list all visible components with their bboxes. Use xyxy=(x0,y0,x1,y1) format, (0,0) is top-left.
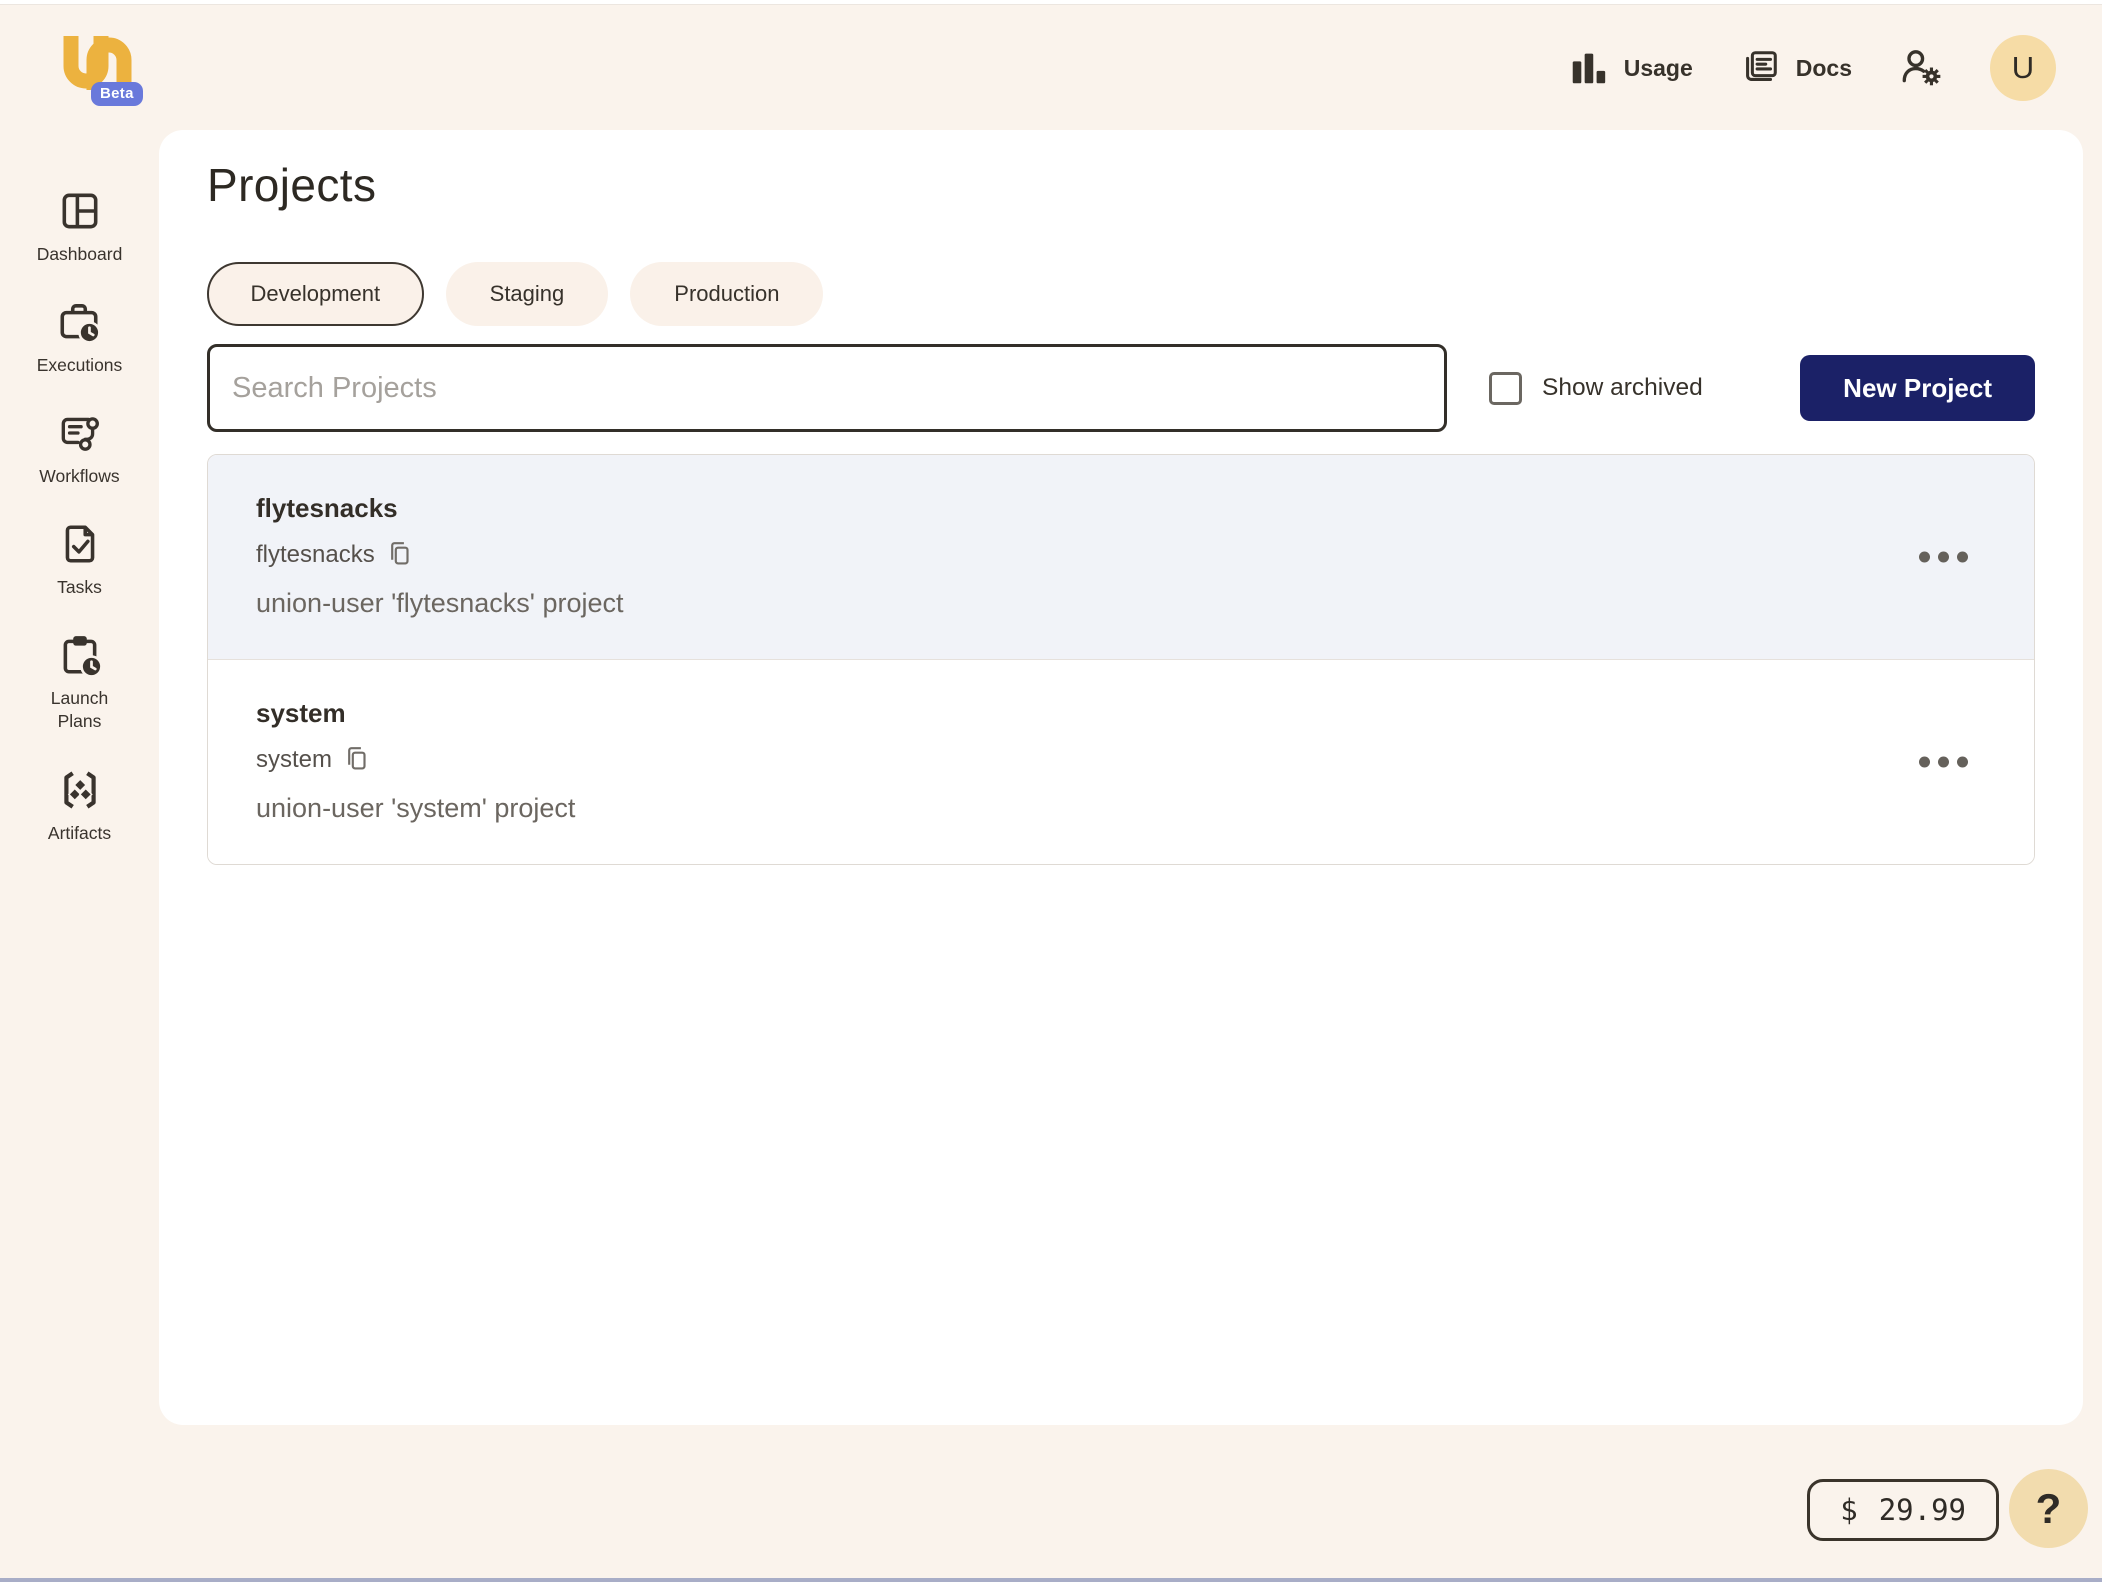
bottom-accent-bar xyxy=(0,1578,2102,1582)
union-logo[interactable]: Beta xyxy=(57,28,153,112)
workflows-icon xyxy=(56,410,102,456)
project-row-system[interactable]: system system union-user 'system' projec… xyxy=(208,659,2034,864)
sidebar-item-dashboard[interactable]: Dashboard xyxy=(36,188,123,266)
question-mark-icon: ? xyxy=(2035,1484,2062,1532)
sidebar-item-tasks[interactable]: Tasks xyxy=(57,521,103,599)
copy-project-id-button[interactable] xyxy=(385,540,412,570)
sidebar-label: Launch Plans xyxy=(50,688,109,732)
sidebar-item-artifacts[interactable]: Artifacts xyxy=(48,767,111,845)
sidebar-item-workflows[interactable]: Workflows xyxy=(39,410,120,488)
sidebar-item-executions[interactable]: Executions xyxy=(36,299,123,377)
sidebar-label: Dashboard xyxy=(36,244,123,264)
sidebar-label: Workflows xyxy=(39,466,120,487)
show-archived-label[interactable]: Show archived xyxy=(1542,374,1703,402)
main-panel: Projects Development Staging Production … xyxy=(159,130,2083,1425)
help-button[interactable]: ? xyxy=(2009,1469,2088,1548)
launch-plans-clipboard-clock-icon xyxy=(57,632,103,679)
person-gear-icon xyxy=(1898,44,1944,93)
beta-badge: Beta xyxy=(91,82,143,106)
project-name: flytesnacks xyxy=(256,493,398,523)
executions-briefcase-clock-icon xyxy=(56,299,102,345)
credits-amount: 29.99 xyxy=(1878,1493,1966,1527)
tab-staging[interactable]: Staging xyxy=(445,262,609,326)
usage-button[interactable]: Usage xyxy=(1567,47,1693,89)
sidebar-nav: Dashboard Executions Workflows Tasks Lau… xyxy=(0,188,159,878)
credits-button[interactable]: $ 29.99 xyxy=(1807,1479,1999,1541)
avatar-initial: U xyxy=(2011,50,2035,85)
project-id: flytesnacks xyxy=(256,541,375,568)
header-actions: Usage Docs U xyxy=(1567,32,2056,104)
search-input[interactable] xyxy=(207,344,1447,432)
project-description: union-user 'flytesnacks' project xyxy=(256,588,624,618)
copy-icon xyxy=(385,540,412,570)
docs-button[interactable]: Docs xyxy=(1739,47,1852,89)
sidebar-label: Artifacts xyxy=(47,822,112,843)
usage-label: Usage xyxy=(1623,54,1693,81)
copy-icon xyxy=(342,745,369,775)
copy-project-id-button[interactable] xyxy=(342,745,369,775)
sidebar-item-launch-plans[interactable]: Launch Plans xyxy=(36,632,124,733)
sidebar-label: Executions xyxy=(36,355,123,376)
project-name: system xyxy=(256,698,346,728)
dollar-sign: $ xyxy=(1840,1493,1858,1527)
projects-list: flytesnacks flytesnacks union-user 'flyt… xyxy=(207,454,2035,865)
project-description: union-user 'system' project xyxy=(256,793,576,823)
page-title: Projects xyxy=(207,159,377,211)
tab-production[interactable]: Production xyxy=(630,262,824,326)
tab-development[interactable]: Development xyxy=(207,262,424,326)
domain-tabs: Development Staging Production xyxy=(207,262,2035,326)
project-id: system xyxy=(256,746,333,773)
top-strip xyxy=(0,0,2102,5)
usage-bar-chart-icon xyxy=(1567,47,1609,89)
project-row-flytesnacks[interactable]: flytesnacks flytesnacks union-user 'flyt… xyxy=(208,455,2034,659)
show-archived-checkbox[interactable] xyxy=(1489,371,1522,405)
ellipsis-icon xyxy=(1919,756,1930,768)
tasks-document-check-icon xyxy=(57,521,103,567)
search-row: Show archived New Project xyxy=(207,344,2035,432)
artifacts-cubes-icon xyxy=(57,767,103,813)
docs-icon xyxy=(1739,47,1781,89)
user-avatar[interactable]: U xyxy=(1990,35,2056,101)
sidebar-label: Tasks xyxy=(57,577,102,598)
dashboard-icon xyxy=(57,188,103,234)
project-menu-button[interactable] xyxy=(1909,747,1978,778)
docs-label: Docs xyxy=(1795,54,1852,81)
project-menu-button[interactable] xyxy=(1909,542,1978,573)
new-project-button[interactable]: New Project xyxy=(1800,355,2035,421)
manage-account-button[interactable] xyxy=(1898,44,1944,93)
ellipsis-icon xyxy=(1919,551,1930,563)
